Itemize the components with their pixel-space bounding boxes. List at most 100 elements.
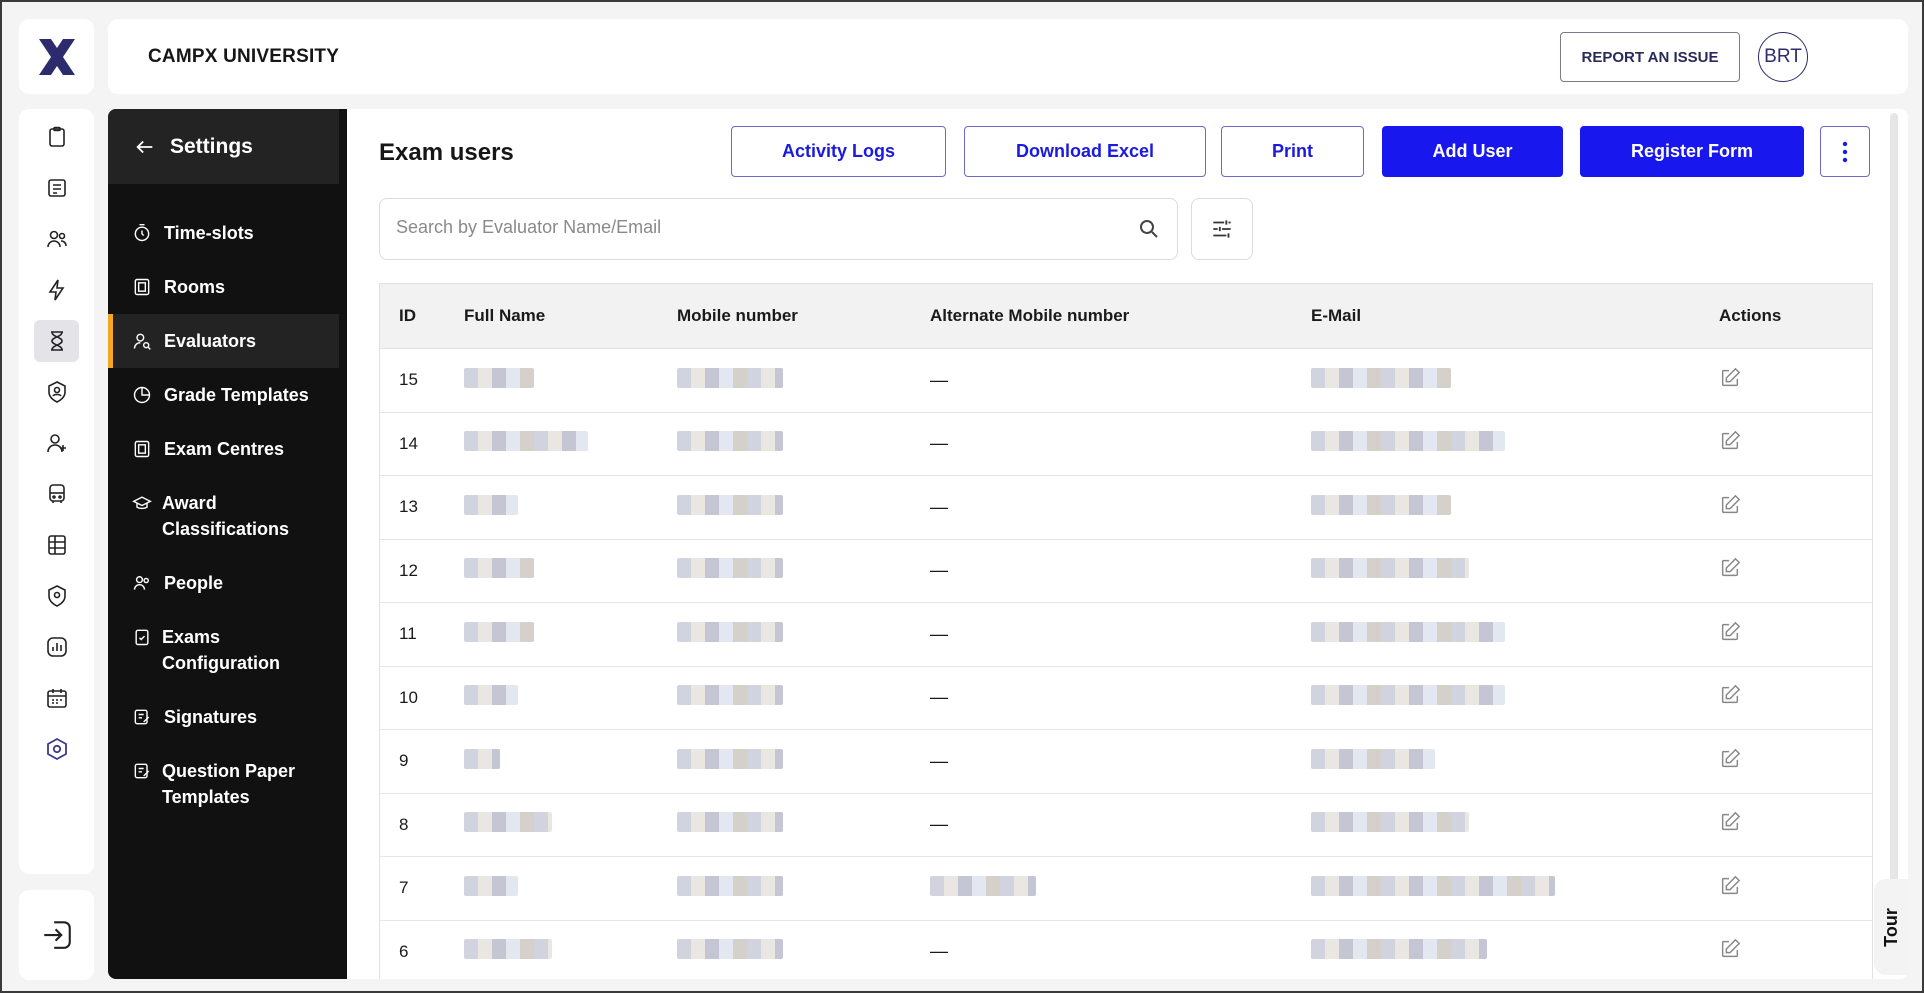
cell-alt-mobile: — xyxy=(930,623,948,644)
page-title: Exam users xyxy=(379,139,514,166)
graduation-cap-icon xyxy=(132,490,152,516)
cell-id: 12 xyxy=(399,560,418,580)
cell-alt-mobile: — xyxy=(930,750,948,771)
cell-name-redacted xyxy=(464,685,677,710)
shield-location-icon[interactable] xyxy=(34,575,79,617)
menu-item-exams-configuration[interactable]: Exams Configuration xyxy=(108,610,339,690)
menu-item-label: Time-slots xyxy=(164,223,254,243)
cell-email-redacted xyxy=(1311,812,1719,837)
table-row: 14 — xyxy=(380,413,1872,476)
logout-button[interactable] xyxy=(19,890,94,980)
bus-icon[interactable] xyxy=(34,473,79,515)
settings-menu: Time-slots Rooms Evaluators Grade Templa… xyxy=(108,184,347,824)
cell-email-redacted xyxy=(1311,685,1719,710)
chart-icon[interactable] xyxy=(34,626,79,668)
top-header: CAMPX UNIVERSITY REPORT AN ISSUE BRT xyxy=(108,19,1908,94)
print-button[interactable]: Print xyxy=(1221,126,1364,177)
cell-alt-mobile: — xyxy=(930,560,948,581)
menu-item-grade-templates[interactable]: Grade Templates xyxy=(108,368,339,422)
clipboard-icon[interactable] xyxy=(34,116,79,158)
cell-alt-mobile: — xyxy=(930,814,948,835)
column-header: Mobile number xyxy=(677,306,798,325)
table-row: 13 — xyxy=(380,476,1872,540)
kebab-menu-icon xyxy=(1842,141,1848,162)
cell-name-redacted xyxy=(464,494,677,520)
add-user-button[interactable]: Add User xyxy=(1382,126,1563,177)
search-icon[interactable] xyxy=(1137,217,1161,241)
table-row: 15 — xyxy=(380,349,1872,413)
vertical-scrollbar[interactable] xyxy=(1890,109,1898,979)
menu-item-people[interactable]: People xyxy=(108,556,339,610)
edit-icon[interactable] xyxy=(1719,748,1872,775)
report-issue-button[interactable]: REPORT AN ISSUE xyxy=(1560,32,1740,82)
cell-alt-mobile: — xyxy=(930,496,948,517)
hourglass-icon[interactable] xyxy=(34,320,79,362)
edit-icon[interactable] xyxy=(1719,430,1872,457)
menu-item-label: Grade Templates xyxy=(164,385,309,405)
cell-mobile-redacted xyxy=(677,939,930,964)
scrollbar-thumb[interactable] xyxy=(1890,113,1898,975)
cell-id: 13 xyxy=(399,497,418,517)
cell-mobile-redacted xyxy=(677,875,930,901)
activity-logs-button[interactable]: Activity Logs xyxy=(731,126,946,177)
cell-mobile-redacted xyxy=(677,558,930,583)
cell-alt-mobile: — xyxy=(930,687,948,708)
menu-item-award-classifications[interactable]: Award Classifications xyxy=(108,476,339,556)
table-row: 12 — xyxy=(380,540,1872,603)
menu-item-label: Exam Centres xyxy=(164,439,285,459)
edit-icon[interactable] xyxy=(1719,684,1872,711)
clipboard-check-icon xyxy=(132,624,152,650)
menu-item-label: Evaluators xyxy=(164,331,257,351)
cell-id: 6 xyxy=(399,941,409,961)
cell-id: 11 xyxy=(399,624,417,644)
register-form-button[interactable]: Register Form xyxy=(1580,126,1804,177)
cell-name-redacted xyxy=(464,939,677,964)
university-name: CAMPX UNIVERSITY xyxy=(148,46,340,67)
menu-item-label: Signatures xyxy=(164,707,258,727)
user-add-icon[interactable] xyxy=(34,422,79,464)
edit-icon[interactable] xyxy=(1719,367,1872,394)
cell-id: 14 xyxy=(399,433,418,453)
stopwatch-icon xyxy=(132,220,154,246)
shield-user-icon[interactable] xyxy=(34,371,79,413)
menu-item-time-slots[interactable]: Time-slots xyxy=(108,206,339,260)
cell-email-redacted xyxy=(1311,367,1719,393)
cell-mobile-redacted xyxy=(677,367,930,393)
exam-users-table: ID Full Name Mobile number Alternate Mob… xyxy=(379,283,1873,979)
menu-item-label: Question Paper Templates xyxy=(162,761,296,807)
download-excel-button[interactable]: Download Excel xyxy=(964,126,1206,177)
lightning-icon[interactable] xyxy=(34,269,79,311)
cell-name-redacted xyxy=(464,748,677,774)
cell-id: 15 xyxy=(399,370,418,390)
document-icon[interactable] xyxy=(34,167,79,209)
tour-button[interactable]: Tour xyxy=(1874,879,1908,975)
menu-item-exam-centres[interactable]: Exam Centres xyxy=(108,422,339,476)
edit-icon[interactable] xyxy=(1719,811,1872,838)
settings-back[interactable]: Settings xyxy=(108,109,339,184)
users-icon[interactable] xyxy=(34,218,79,260)
cell-name-redacted xyxy=(464,558,677,583)
avatar[interactable]: BRT xyxy=(1758,32,1808,82)
search-input[interactable] xyxy=(396,217,1096,238)
menu-item-signatures[interactable]: Signatures xyxy=(108,690,339,744)
menu-item-evaluators[interactable]: Evaluators xyxy=(108,314,339,368)
menu-item-label: Exams Configuration xyxy=(162,627,280,673)
calendar-icon[interactable] xyxy=(34,677,79,719)
menu-item-rooms[interactable]: Rooms xyxy=(108,260,339,314)
sliders-icon xyxy=(1213,220,1231,238)
more-options-button[interactable] xyxy=(1820,126,1870,177)
menu-item-label: Rooms xyxy=(164,277,226,297)
settings-hex-icon[interactable] xyxy=(34,728,79,770)
table-icon[interactable] xyxy=(34,524,79,566)
cell-mobile-redacted xyxy=(677,748,930,774)
filter-button[interactable] xyxy=(1191,198,1253,260)
edit-icon[interactable] xyxy=(1719,621,1872,648)
edit-icon[interactable] xyxy=(1719,938,1872,965)
edit-icon[interactable] xyxy=(1719,494,1872,521)
menu-item-question-paper-templates[interactable]: Question Paper Templates xyxy=(108,744,339,824)
user-search-icon xyxy=(132,328,154,354)
campx-logo[interactable] xyxy=(19,19,94,94)
edit-icon[interactable] xyxy=(1719,875,1872,902)
edit-icon[interactable] xyxy=(1719,557,1872,584)
cell-name-redacted xyxy=(464,367,677,393)
